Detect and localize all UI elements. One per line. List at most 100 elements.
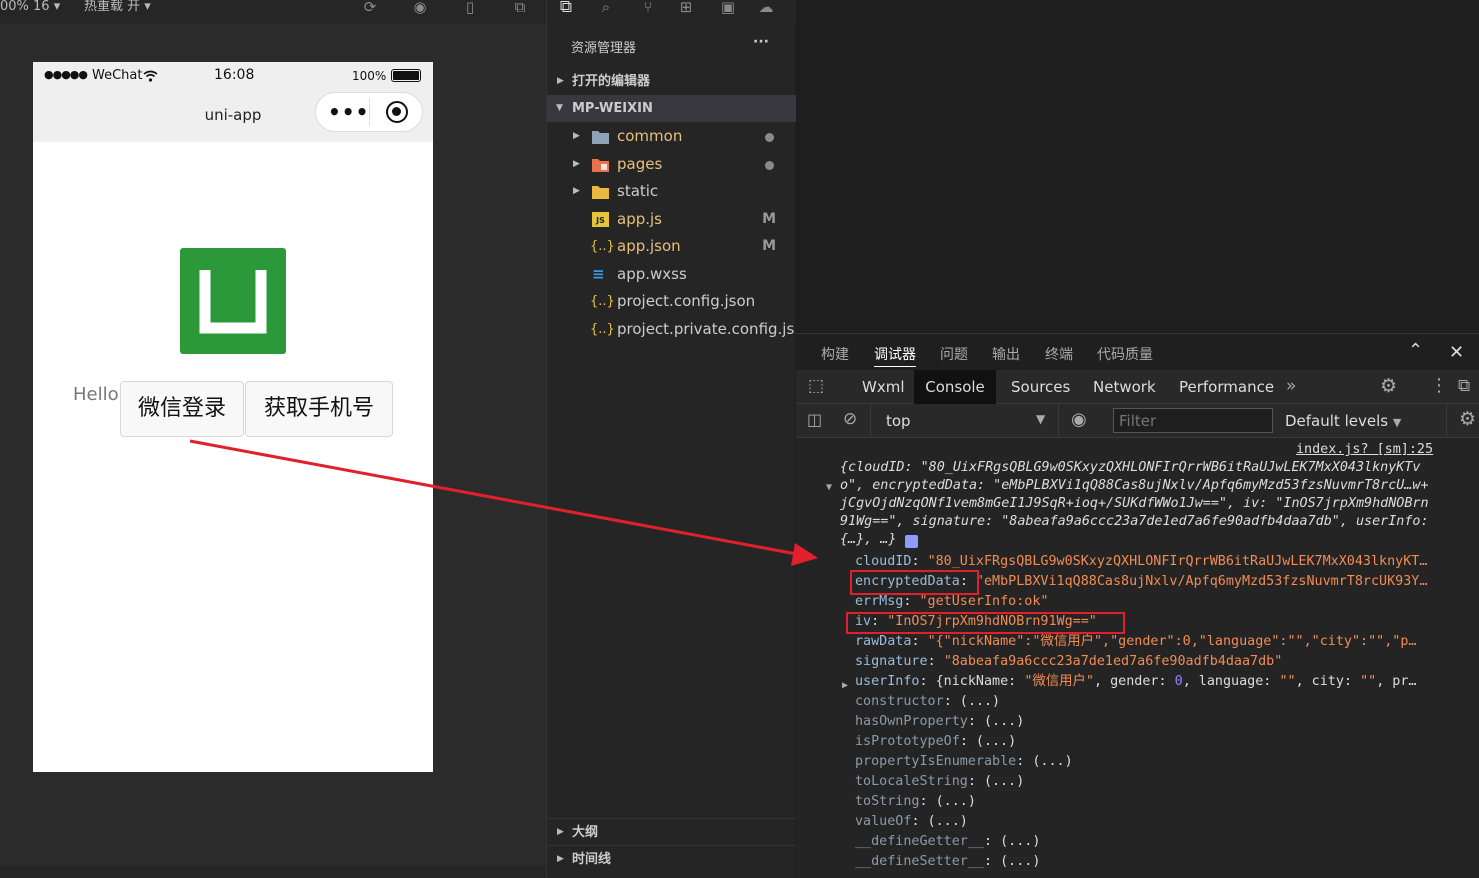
- simulator-panel: 00% 16 ▾ 热重载 开 ▾ ⟳ ◉ ▯ ⧉ ●●●●● WeChat 16…: [0, 0, 546, 878]
- file-item-project-private-config[interactable]: {..} project.private.config.js...: [547, 316, 809, 343]
- inspect-icon[interactable]: ⬚: [808, 376, 824, 396]
- simulator-toolbar: 00% 16 ▾ 热重载 开 ▾ ⟳ ◉ ▯ ⧉: [0, 0, 546, 24]
- phone-icon[interactable]: ▯: [461, 0, 479, 15]
- kebab-menu-icon[interactable]: ⋮: [1430, 375, 1448, 396]
- stop-icon[interactable]: ◉: [411, 0, 429, 15]
- proto-method: isPrototypeOf: (...): [855, 734, 1017, 749]
- console-output: index.js? [sm]:25 {cloudID: "80_UixFRgsQ…: [796, 438, 1479, 878]
- zoom-select[interactable]: 00% 16 ▾: [0, 0, 60, 14]
- tab-performance[interactable]: Performance: [1179, 378, 1274, 396]
- file-item-common[interactable]: ▶ common: [547, 123, 796, 150]
- divider: [1058, 404, 1059, 438]
- prop-rawData: rawData: "{"nickName":"微信用户","gender":0,…: [855, 634, 1417, 649]
- modified-badge: M: [762, 238, 776, 254]
- tab-code-quality[interactable]: 代码质量: [1097, 344, 1153, 364]
- js-file-icon: JS: [592, 212, 609, 227]
- console-toolbar: ◫ ⊘ top ▼ ◉ Default levels ▼ ⚙: [796, 404, 1479, 438]
- carrier-label: WeChat: [92, 68, 143, 83]
- chevron-down-icon[interactable]: ▼: [1036, 412, 1045, 426]
- mini-program-capsule: •••: [315, 92, 423, 132]
- proto-method: toLocaleString: (...): [855, 774, 1025, 789]
- file-item-app-js[interactable]: JS app.js M: [547, 206, 796, 233]
- sidebar-toggle-icon[interactable]: ◫: [807, 410, 822, 429]
- prop-errMsg: errMsg: "getUserInfo:ok": [855, 594, 1049, 609]
- file-item-project-config[interactable]: {..} project.config.json: [547, 288, 796, 315]
- file-explorer: ⧉ ⌕ ⑂ ⊞ ▣ ☁ 资源管理器 ··· ▶ 打开的编辑器 ▼ MP-WEIXIN…: [546, 0, 809, 878]
- json-file-icon: {..}: [590, 322, 615, 337]
- divider: [1446, 404, 1447, 438]
- proto-method: __defineGetter__: (...): [855, 834, 1041, 849]
- dock-icon[interactable]: ⧉: [1458, 376, 1470, 396]
- chevron-up-icon[interactable]: ⌃: [1408, 340, 1423, 361]
- settings-icon[interactable]: ⚙: [1459, 408, 1476, 430]
- hot-reload-toggle[interactable]: 热重载 开 ▾: [84, 0, 151, 14]
- divider: [870, 404, 871, 438]
- more-actions-icon[interactable]: ···: [753, 34, 769, 50]
- source-control-icon[interactable]: ⑂: [639, 0, 657, 15]
- tab-build[interactable]: 构建: [821, 344, 849, 364]
- clear-console-icon[interactable]: ⊘: [843, 409, 857, 429]
- file-item-pages[interactable]: ▶ pages: [547, 151, 796, 178]
- console-object-line: jCgvOjdNzqONf1vem8mGeI1J9SqR+ioq+/SUKdfW…: [840, 496, 1429, 511]
- docker-icon[interactable]: ☁: [757, 0, 775, 15]
- bottom-panel-tabs: 构建 调试器 问题 输出 终端 代码质量 ⌃ ✕: [796, 334, 1479, 370]
- settings-icon[interactable]: ⚙: [1380, 375, 1397, 397]
- outline-section[interactable]: ▶ 大纲: [547, 818, 796, 845]
- highlight-encryptedData: [850, 570, 979, 595]
- context-select[interactable]: top: [886, 412, 911, 430]
- modified-dot: [765, 161, 774, 170]
- eye-icon[interactable]: ◉: [1071, 409, 1087, 430]
- filter-input[interactable]: [1113, 408, 1273, 433]
- folder-icon: [592, 131, 609, 144]
- battery-percent: 100%: [352, 69, 387, 83]
- css-file-icon: ≡: [592, 265, 605, 283]
- close-target-icon[interactable]: [386, 101, 408, 123]
- extensions-icon[interactable]: ⊞: [677, 0, 695, 15]
- file-item-static[interactable]: ▶ static: [547, 178, 796, 205]
- close-icon[interactable]: ✕: [1449, 342, 1464, 363]
- clock: 16:08: [214, 67, 255, 83]
- tab-problems[interactable]: 问题: [940, 344, 968, 364]
- project-section[interactable]: ▼ MP-WEIXIN: [547, 95, 796, 122]
- prop-userInfo: userInfo: {nickName: "微信用户", gender: 0, …: [855, 674, 1417, 689]
- proto-method: valueOf: (...): [855, 814, 968, 829]
- tab-terminal[interactable]: 终端: [1045, 344, 1073, 364]
- wechat-login-button[interactable]: 微信登录: [120, 381, 244, 437]
- file-item-app-wxss[interactable]: ≡ app.wxss: [547, 261, 796, 288]
- timeline-section[interactable]: ▶ 时间线: [547, 845, 796, 872]
- tab-output[interactable]: 输出: [992, 344, 1020, 364]
- tab-console[interactable]: Console: [914, 370, 996, 404]
- tab-debugger[interactable]: 调试器: [874, 344, 916, 367]
- phone-screen: ●●●●● WeChat 16:08 100% uni-app ••• Hell…: [33, 62, 433, 772]
- tab-sources[interactable]: Sources: [1011, 378, 1070, 396]
- get-phone-button[interactable]: 获取手机号: [245, 381, 393, 437]
- json-file-icon: {..}: [590, 239, 615, 254]
- console-object-line: {…}, …}: [840, 532, 897, 547]
- console-object-line: {cloudID: "80_UixFRgsQBLG9w0SKxyzQXHLONF…: [840, 460, 1421, 475]
- json-file-icon: {..}: [590, 294, 615, 309]
- source-link[interactable]: index.js? [sm]:25: [1296, 440, 1433, 460]
- battery-icon: [391, 69, 421, 82]
- activity-bar: ⧉ ⌕ ⑂ ⊞ ▣ ☁: [547, 0, 796, 24]
- info-icon[interactable]: [905, 535, 918, 548]
- expand-caret-icon[interactable]: ▼: [826, 478, 832, 498]
- tab-network[interactable]: Network: [1093, 378, 1156, 396]
- more-tabs-icon[interactable]: »: [1286, 376, 1296, 396]
- static-folder-icon: [592, 186, 609, 199]
- expand-caret-icon[interactable]: ▶: [842, 676, 848, 696]
- tab-wxml[interactable]: Wxml: [862, 378, 905, 396]
- open-editors-section[interactable]: ▶ 打开的编辑器: [547, 68, 796, 95]
- prop-signature: signature: "8abeafa9a6ccc23a7de1ed7a6fe9…: [855, 654, 1283, 669]
- log-levels-select[interactable]: Default levels ▼: [1285, 412, 1401, 430]
- search-icon[interactable]: ⌕: [597, 0, 615, 15]
- explorer-icon[interactable]: ⧉: [557, 0, 575, 16]
- file-item-app-json[interactable]: {..} app.json M: [547, 233, 796, 260]
- more-icon[interactable]: •••: [328, 100, 369, 124]
- window-icon[interactable]: ⧉: [511, 0, 529, 15]
- save-icon[interactable]: ▣: [719, 0, 737, 15]
- proto-method: propertyIsEnumerable: (...): [855, 754, 1073, 769]
- explorer-title: 资源管理器: [571, 41, 637, 56]
- refresh-icon[interactable]: ⟳: [361, 0, 379, 15]
- pages-folder-icon: [592, 159, 609, 172]
- proto-method: hasOwnProperty: (...): [855, 714, 1025, 729]
